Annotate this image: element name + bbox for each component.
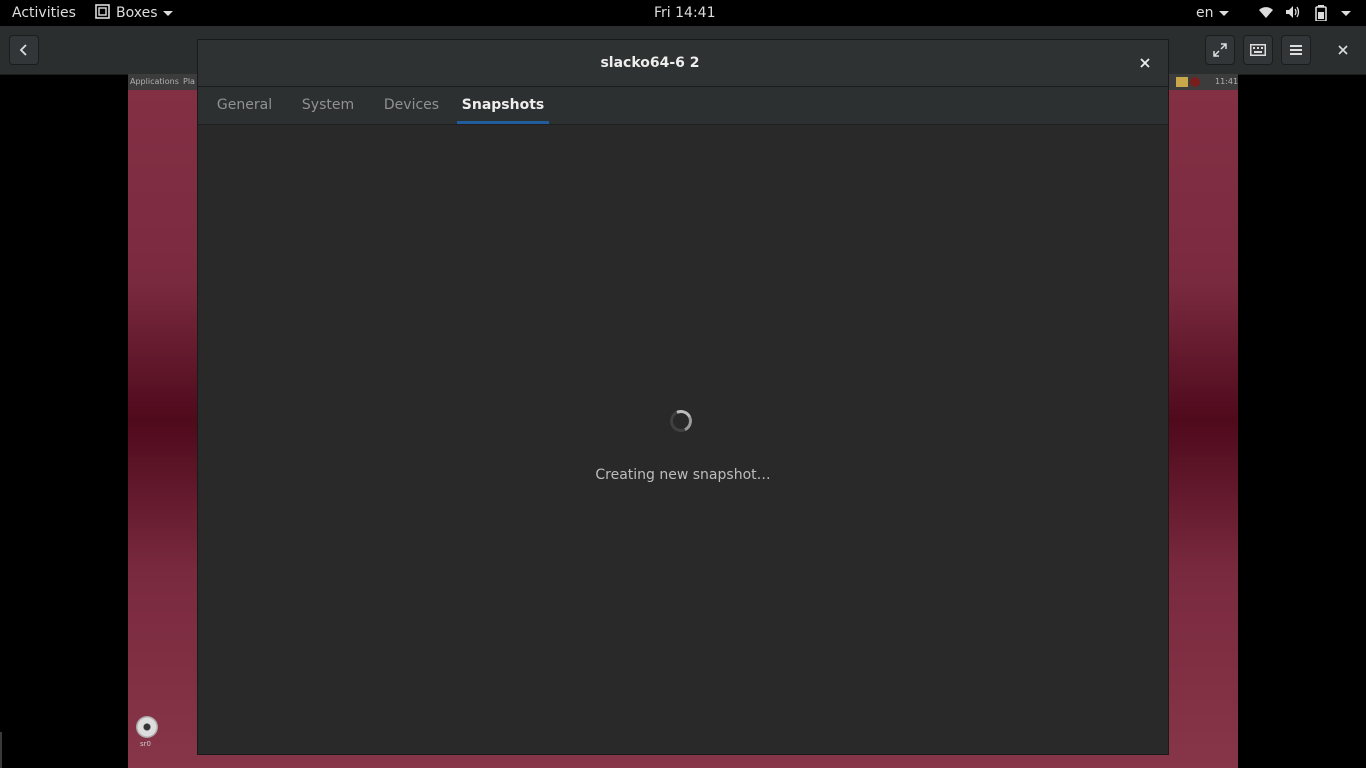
system-menu-arrow[interactable] [1336,0,1351,26]
tab-snapshots[interactable]: Snapshots [457,87,549,124]
battery-icon[interactable] [1314,5,1328,22]
keyboard-icon [1250,44,1266,56]
app-menu[interactable]: Boxes [95,0,173,26]
snapshots-panel: Creating new snapshot… [198,125,1168,754]
hamburger-icon [1290,45,1302,55]
chevron-left-icon [19,44,27,56]
volume-icon[interactable] [1285,5,1301,21]
boxes-app-icon [95,4,110,19]
back-button[interactable] [9,35,39,65]
close-icon [1338,45,1348,55]
clock[interactable]: Fri 14:41 [654,0,715,26]
chevron-down-icon [1341,10,1351,16]
menu-button[interactable] [1281,35,1311,65]
keyboard-layout-label: en [1196,5,1214,21]
status-message: Creating new snapshot… [595,467,771,483]
properties-dialog: slacko64-6 2 General System Devices Snap… [197,39,1169,755]
wifi-icon[interactable] [1258,5,1274,21]
guest-applications-menu[interactable]: Applications [130,74,179,90]
window-edge [0,732,2,768]
guest-tray-icon[interactable] [1190,77,1200,87]
fullscreen-button[interactable] [1205,35,1235,65]
dialog-title: slacko64-6 2 [600,55,700,71]
guest-tray-icon[interactable] [1176,77,1188,87]
tab-devices[interactable]: Devices [375,87,448,124]
chevron-down-icon [162,10,173,16]
tab-bar: General System Devices Snapshots [198,87,1168,125]
activities-button[interactable]: Activities [12,0,76,26]
close-button[interactable] [1328,35,1358,65]
disc-icon[interactable] [136,716,158,738]
chevron-down-icon [1218,10,1229,16]
fullscreen-icon [1213,43,1227,57]
guest-disk-label: sr0 [140,740,151,748]
app-menu-label: Boxes [116,5,158,21]
keyboard-layout-indicator[interactable]: en [1196,0,1229,26]
tab-general[interactable]: General [208,87,281,124]
gnome-top-bar: Activities Boxes Fri 14:41 en [0,0,1366,26]
guest-clock: 11:41 [1215,77,1239,86]
keyboard-button[interactable] [1243,35,1273,65]
dialog-close-button[interactable] [1134,52,1156,74]
tab-system[interactable]: System [293,87,363,124]
dialog-title-bar: slacko64-6 2 [198,40,1168,87]
close-icon [1140,58,1150,68]
spinner-icon [666,406,696,436]
guest-places-menu[interactable]: Pla [183,74,195,90]
